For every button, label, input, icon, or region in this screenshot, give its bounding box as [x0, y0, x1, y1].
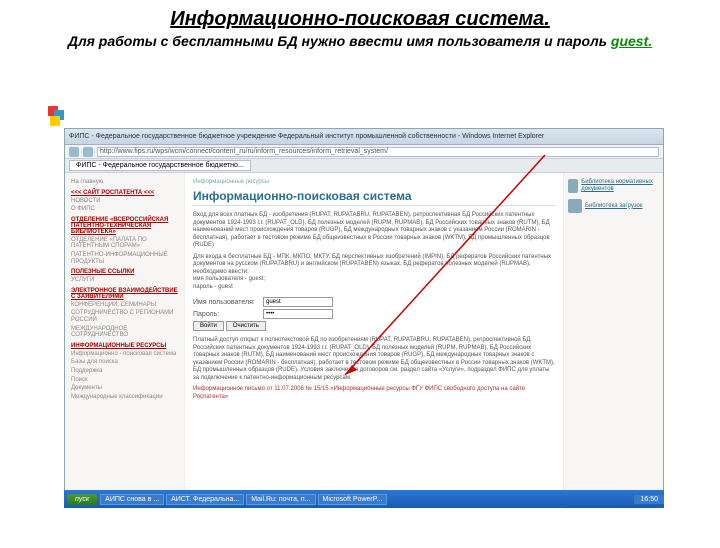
sidebar-sub[interactable]: Базы для поиска — [71, 359, 178, 366]
sidebar-item[interactable]: ОТДЕЛЕНИЕ «ВСЕРОССИЙСКАЯ ПАТЕНТНО-ТЕХНИЧ… — [71, 217, 178, 235]
sidebar-sub[interactable]: Поиск — [71, 377, 178, 384]
login-button[interactable]: Войти — [193, 321, 224, 331]
tab-bar: ФИПС - Федеральное государственное бюдже… — [65, 159, 663, 173]
taskbar-item[interactable]: АИПС снова в ... — [100, 494, 164, 505]
login-form: Имя пользователя: Пароль: Войти Очистить — [193, 297, 555, 331]
rightbox[interactable]: Библиотека нормативных документов — [568, 179, 659, 193]
sidebar-item[interactable]: ПОЛЕЗНЫЕ ССЫЛКИ — [71, 269, 178, 275]
system-tray[interactable]: 16:50 — [634, 495, 664, 504]
page-heading: Информационно-поисковая система — [193, 189, 555, 206]
sidebar-item[interactable]: <<< САЙТ РОСПАТЕНТА <<< — [71, 190, 178, 196]
start-button[interactable]: пуск — [67, 494, 97, 505]
slide-title: Информационно-поисковая система. — [0, 8, 720, 31]
sidebar-sub[interactable]: Информационно - поисковая система — [71, 351, 178, 358]
slide-marker-icon — [48, 106, 72, 130]
sidebar-sub[interactable]: Документы — [71, 385, 178, 392]
taskbar-item[interactable]: Microsoft PowerP... — [318, 494, 388, 505]
sidebar-item[interactable]: ИНФОРМАЦИОННЫЕ РЕСУРСЫ — [71, 343, 178, 349]
windows-taskbar: пуск АИПС снова в ... АИСТ. Федеральна..… — [64, 490, 664, 508]
username-input[interactable] — [263, 297, 333, 307]
rightbox-label: Библиотека нормативных документов — [581, 179, 659, 192]
sidebar-item[interactable]: О ФИПС — [71, 206, 178, 213]
taskbar-item[interactable]: Mail.Ru: почта, п... — [246, 494, 315, 505]
sidebar-item[interactable]: ОТДЕЛЕНИЕ «ПАЛАТА ПО ПАТЕНТНЫМ СПОРАМ» — [71, 237, 178, 250]
sidebar-item[interactable]: СОТРУДНИЧЕСТВО С РЕГИОНАМИ РОССИИ — [71, 310, 178, 323]
password-input[interactable] — [263, 309, 333, 319]
forward-icon[interactable] — [83, 147, 93, 157]
back-icon[interactable] — [69, 147, 79, 157]
window-titlebar: ФИПС - Федеральное государственное бюдже… — [65, 129, 663, 145]
rightbox-label: Библиотека загрузок — [585, 203, 642, 210]
clock: 16:50 — [640, 496, 658, 503]
pass-label: Пароль: — [193, 311, 263, 318]
rightbox[interactable]: Библиотека загрузок — [568, 199, 659, 213]
paid-info: Платный доступ открыт к полнотекстовой Б… — [193, 337, 555, 382]
sidebar-item[interactable]: ПАТЕНТНО-ИНФОРМАЦИОННЫЕ ПРОДУКТЫ — [71, 252, 178, 265]
user-label: Имя пользователя: — [193, 299, 263, 306]
sidebar-item[interactable]: ЭЛЕКТРОННОЕ ВЗАИМОДЕЙСТВИЕ С ЗАЯВИТЕЛЯМИ — [71, 288, 178, 300]
breadcrumb[interactable]: Информационные ресурсы — [193, 179, 555, 185]
taskbar-item[interactable]: АИСТ. Федеральна... — [166, 494, 244, 505]
sidebar-item[interactable]: МЕЖДУНАРОДНОЕ СОТРУДНИЧЕСТВО — [71, 326, 178, 339]
browser-window: ФИПС - Федеральное государственное бюдже… — [64, 128, 664, 508]
right-sidebar: Библиотека нормативных документов Библио… — [563, 173, 663, 509]
reset-button[interactable]: Очистить — [226, 321, 266, 331]
cred-user: имя пользователя - guest; — [193, 276, 555, 284]
news-line: Информационное письмо от 11.07.2008 № 15… — [193, 386, 555, 401]
slide-subtitle: Для работы с бесплатными БД нужно ввести… — [0, 33, 720, 49]
intro-paid: Вход для всех платных БД - изобретения (… — [193, 212, 555, 250]
guest-word: guest. — [611, 33, 652, 49]
address-bar: http://www.fips.ru/wps/wcm/connect/conte… — [65, 145, 663, 159]
sidebar-item[interactable]: На главную — [71, 179, 178, 186]
intro-free: Для входа в бесплатные БД - МПК, МКПО, М… — [193, 254, 555, 277]
cred-pass: пароль - guest — [193, 284, 555, 292]
doc-icon — [568, 179, 578, 193]
download-icon — [568, 199, 582, 213]
browser-tab[interactable]: ФИПС - Федеральное государственное бюдже… — [69, 160, 251, 171]
subtitle-text: Для работы с бесплатными БД нужно ввести… — [68, 33, 611, 49]
main-content: Информационные ресурсы Информационно-пои… — [185, 173, 563, 509]
url-field[interactable]: http://www.fips.ru/wps/wcm/connect/conte… — [97, 147, 659, 157]
sidebar-item[interactable]: КОНФЕРЕНЦИИ, СЕМИНАРЫ — [71, 302, 178, 309]
sidebar-sub[interactable]: Поддержка — [71, 368, 178, 375]
window-title: ФИПС - Федеральное государственное бюдже… — [69, 133, 544, 140]
left-sidebar: На главную <<< САЙТ РОСПАТЕНТА <<< НОВОС… — [65, 173, 185, 509]
sidebar-sub[interactable]: Международные классификации — [71, 394, 178, 401]
sidebar-item[interactable]: УСЛУГИ — [71, 277, 178, 284]
sidebar-item[interactable]: НОВОСТИ — [71, 198, 178, 205]
